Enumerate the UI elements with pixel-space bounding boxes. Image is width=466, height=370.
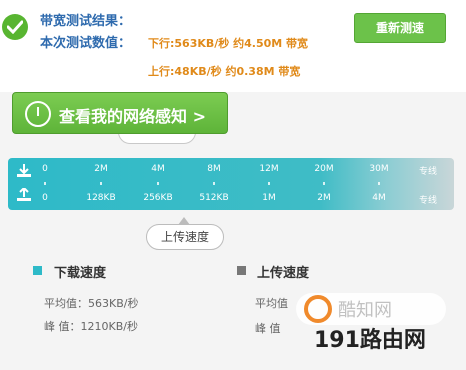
scale-tick bbox=[100, 182, 102, 185]
download-mark: 30M bbox=[369, 164, 389, 174]
download-result: 下行:563KB/秒 约4.50M 带宽 bbox=[148, 37, 309, 50]
result-label: 带宽测试结果： bbox=[40, 14, 132, 29]
download-mark: 2M bbox=[94, 164, 108, 174]
upload-average: 平均值 bbox=[255, 297, 288, 310]
download-legend-title: 下载速度 bbox=[54, 266, 107, 281]
upload-mark: 1M bbox=[262, 193, 276, 203]
retest-button[interactable]: 重新测速 bbox=[354, 13, 446, 43]
result-header: 带宽测试结果： 本次测试数值： 下行:563KB/秒 约4.50M 带宽 上行:… bbox=[0, 0, 466, 92]
upload-legend-title: 上传速度 bbox=[257, 266, 310, 281]
upload-peak: 峰 值 bbox=[255, 322, 281, 335]
scale-tick bbox=[157, 182, 159, 185]
upload-mark: 4M bbox=[372, 193, 386, 203]
download-mark: 0 bbox=[42, 164, 48, 174]
perception-label: 查看我的网络感知 > bbox=[59, 107, 206, 126]
value-label: 本次测试数值： bbox=[40, 36, 132, 51]
check-icon bbox=[2, 14, 28, 40]
download-legend-swatch bbox=[33, 266, 42, 275]
scale-tick bbox=[378, 182, 380, 185]
download-peak: 峰 值：1210KB/秒 bbox=[44, 320, 138, 333]
download-mark: 专线 bbox=[418, 167, 437, 177]
upload-mark: 2M bbox=[317, 193, 331, 203]
upload-mark: 256KB bbox=[143, 193, 173, 203]
watermark-site: 191路由网 bbox=[314, 328, 426, 353]
upload-mark: 专线 bbox=[418, 196, 437, 206]
svg-text:酷知网: 酷知网 bbox=[338, 300, 392, 321]
download-mark: 20M bbox=[314, 164, 334, 174]
speed-scale-bar: 0 2M 4M 8M 12M 20M 30M 专线 0 128KB 256KB … bbox=[8, 158, 454, 210]
network-perception-button[interactable]: 查看我的网络感知 > bbox=[12, 92, 228, 134]
upload-speed-pointer: 上传速度 bbox=[146, 224, 224, 250]
upload-legend-swatch bbox=[237, 266, 246, 275]
upload-result: 上行:48KB/秒 约0.38M 带宽 bbox=[148, 65, 301, 78]
scale-tick bbox=[44, 182, 46, 185]
upload-mark: 512KB bbox=[199, 193, 229, 203]
upload-mark: 0 bbox=[42, 193, 48, 203]
scale-tick bbox=[268, 182, 270, 185]
download-mark: 8M bbox=[207, 164, 221, 174]
download-average: 平均值：563KB/秒 bbox=[44, 297, 139, 310]
scale-tick bbox=[213, 182, 215, 185]
timer-icon bbox=[25, 101, 51, 127]
download-mark: 4M bbox=[151, 164, 165, 174]
upload-mark: 128KB bbox=[86, 193, 116, 203]
download-mark: 12M bbox=[259, 164, 279, 174]
scale-tick bbox=[323, 182, 325, 185]
